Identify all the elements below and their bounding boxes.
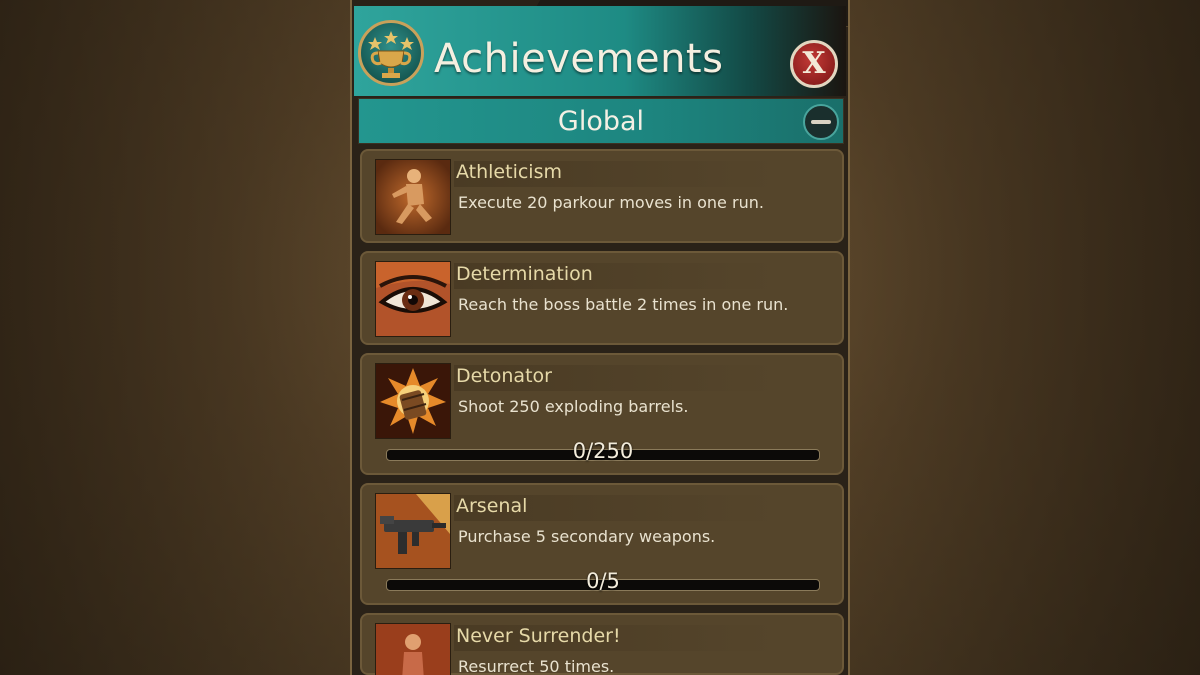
gun-icon [375, 493, 451, 569]
achievement-name: Athleticism [454, 161, 776, 187]
achievement-card[interactable]: Athleticism Execute 20 parkour moves in … [360, 149, 844, 243]
minus-icon [811, 120, 831, 124]
trophy-icon [358, 20, 424, 86]
section-header-global[interactable]: Global [358, 98, 844, 144]
progress-bar: 0/5 [386, 569, 820, 593]
parkour-icon [375, 159, 451, 235]
achievements-panel: 30 0 [350, 0, 850, 675]
exploding-barrel-icon [375, 363, 451, 439]
achievement-card[interactable]: Detonator Shoot 250 exploding barrels. 0… [360, 353, 844, 475]
achievement-card[interactable]: Never Surrender! Resurrect 50 times. [360, 613, 844, 675]
background-right [850, 0, 1200, 675]
page-title: Achievements [434, 36, 724, 82]
progress-text: 0/5 [586, 569, 620, 593]
achievement-description: Resurrect 50 times. [458, 657, 615, 675]
achievement-name: Never Surrender! [454, 625, 776, 651]
background-left [0, 0, 350, 675]
achievement-description: Reach the boss battle 2 times in one run… [458, 295, 789, 314]
progress-text: 0/250 [572, 439, 634, 463]
progress-bar: 0/250 [386, 439, 820, 463]
achievement-description: Shoot 250 exploding barrels. [458, 397, 689, 416]
achievement-card[interactable]: Determination Reach the boss battle 2 ti… [360, 251, 844, 345]
eye-icon [375, 261, 451, 337]
achievement-description: Purchase 5 secondary weapons. [458, 527, 716, 546]
close-button[interactable]: X [790, 40, 838, 88]
achievement-name: Detonator [454, 365, 776, 391]
heroine-icon [375, 623, 451, 675]
achievement-name: Arsenal [454, 495, 776, 521]
header: Achievements X [354, 6, 846, 96]
achievement-card[interactable]: Arsenal Purchase 5 secondary weapons. 0/… [360, 483, 844, 605]
section-title: Global [557, 106, 645, 137]
collapse-button[interactable] [803, 104, 839, 140]
achievement-description: Execute 20 parkour moves in one run. [458, 193, 764, 212]
achievement-name: Determination [454, 263, 776, 289]
